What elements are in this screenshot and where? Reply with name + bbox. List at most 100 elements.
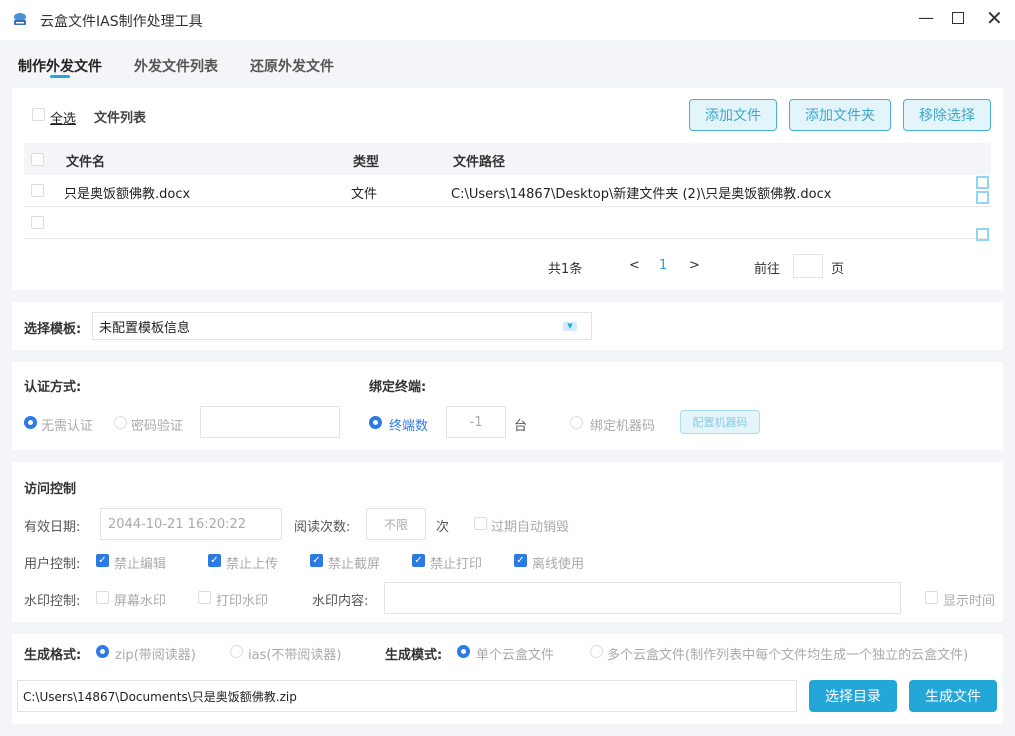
header-checkbox[interactable] — [31, 153, 44, 166]
choose-directory-button[interactable]: 选择目录 — [809, 680, 897, 712]
output-path-input[interactable]: C:\Users\14867\Documents\只是奥饭额佛教.zip — [17, 680, 797, 712]
maximize-button[interactable] — [952, 12, 964, 24]
print-watermark-checkbox[interactable] — [198, 591, 211, 604]
table-row[interactable]: 只是奥饭额佛教.docx 文件 C:\Users\14867\Desktop\新… — [24, 175, 991, 207]
file-list-title: 文件列表 — [94, 107, 146, 126]
prev-page-button[interactable]: < — [629, 258, 640, 273]
row-checkbox[interactable] — [31, 216, 44, 229]
disable-print-checkbox[interactable]: ✓ — [412, 554, 425, 567]
tab-restore-file[interactable]: 还原外发文件 — [250, 56, 334, 76]
watermark-content-input[interactable] — [384, 582, 901, 614]
mode-label: 生成模式: — [385, 644, 442, 663]
goto-page-input[interactable] — [793, 254, 823, 278]
disable-upload-checkbox[interactable]: ✓ — [208, 554, 221, 567]
current-page[interactable]: 1 — [659, 258, 667, 273]
tab-make-file[interactable]: 制作外发文件 — [18, 56, 102, 76]
app-logo-icon — [12, 11, 28, 27]
template-value: 未配置模板信息 — [99, 317, 190, 336]
disable-upload-label[interactable]: 禁止上传 — [226, 553, 278, 572]
bind-label: 绑定终端: — [369, 376, 426, 395]
multi-file-label[interactable]: 多个云盒文件(制作列表中每个文件均生成一个独立的云盒文件) — [607, 644, 968, 663]
offline-use-checkbox[interactable]: ✓ — [514, 554, 527, 567]
add-folder-button[interactable]: 添加文件夹 — [789, 99, 891, 131]
show-time-checkbox[interactable] — [925, 591, 938, 604]
watermark-content-label: 水印内容: — [312, 590, 368, 609]
file-name: 只是奥饭额佛教.docx — [64, 183, 190, 202]
table-row-empty — [24, 207, 991, 239]
output-panel: 生成格式: zip(带阅读器) ias(不带阅读器) 生成模式: 单个云盒文件 … — [12, 634, 1003, 724]
read-count-input[interactable]: 不限 — [366, 508, 426, 540]
terminal-count-input[interactable]: -1 — [446, 406, 506, 438]
password-input[interactable] — [200, 406, 340, 438]
select-all-checkbox[interactable] — [32, 108, 45, 121]
pagination-total: 共1条 — [548, 258, 582, 277]
remove-selection-button[interactable]: 移除选择 — [903, 99, 991, 131]
add-file-button[interactable]: 添加文件 — [689, 99, 777, 131]
template-label: 选择模板: — [24, 318, 81, 337]
ias-radio[interactable] — [230, 645, 243, 658]
access-title: 访问控制 — [24, 478, 76, 497]
window-title: 云盒文件IAS制作处理工具 — [40, 11, 203, 31]
auth-panel: 认证方式: 无需认证 密码验证 绑定终端: 终端数 -1 台 绑定机器码 配置机… — [12, 362, 1003, 450]
scroll-marker-icon — [976, 228, 989, 241]
access-panel: 访问控制 有效日期: 2044-10-21 16:20:22 阅读次数: 不限 … — [12, 462, 1003, 622]
auto-destroy-label[interactable]: 过期自动销毁 — [491, 516, 569, 535]
active-tab-indicator — [50, 75, 70, 78]
no-auth-radio[interactable] — [24, 416, 37, 429]
page-suffix: 页 — [831, 258, 844, 277]
zip-radio[interactable] — [96, 645, 109, 658]
watermark-label: 水印控制: — [24, 590, 80, 609]
column-name: 文件名 — [66, 151, 105, 170]
single-file-label[interactable]: 单个云盒文件 — [476, 644, 554, 663]
format-label: 生成格式: — [24, 644, 81, 663]
generate-file-button[interactable]: 生成文件 — [909, 680, 997, 712]
multi-file-radio[interactable] — [590, 645, 603, 658]
scroll-marker-icon — [976, 176, 989, 189]
screen-watermark-label[interactable]: 屏幕水印 — [114, 590, 166, 609]
single-file-radio[interactable] — [457, 645, 470, 658]
no-auth-label[interactable]: 无需认证 — [41, 415, 93, 434]
machine-code-label[interactable]: 绑定机器码 — [590, 415, 655, 434]
tab-file-list[interactable]: 外发文件列表 — [134, 56, 218, 76]
valid-date-label: 有效日期: — [24, 516, 80, 535]
auth-label: 认证方式: — [24, 376, 81, 395]
disable-edit-label[interactable]: 禁止编辑 — [114, 553, 166, 572]
goto-label: 前往 — [754, 258, 780, 277]
next-page-button[interactable]: > — [689, 258, 700, 273]
password-radio[interactable] — [114, 416, 127, 429]
disable-screenshot-checkbox[interactable]: ✓ — [310, 554, 323, 567]
disable-print-label[interactable]: 禁止打印 — [430, 553, 482, 572]
valid-date-input[interactable]: 2044-10-21 16:20:22 — [100, 508, 282, 540]
terminals-label[interactable]: 终端数 — [389, 415, 428, 434]
select-all-label[interactable]: 全选 — [50, 108, 76, 127]
template-panel: 选择模板: 未配置模板信息 ▼ — [12, 302, 1003, 350]
title-bar: 云盒文件IAS制作处理工具 — ✕ — [0, 0, 1015, 40]
auto-destroy-checkbox[interactable] — [474, 517, 487, 530]
user-control-label: 用户控制: — [24, 553, 80, 572]
config-machine-code-button[interactable]: 配置机器码 — [680, 410, 760, 434]
file-path: C:\Users\14867\Desktop\新建文件夹 (2)\只是奥饭额佛教… — [451, 183, 831, 202]
disable-edit-checkbox[interactable]: ✓ — [96, 554, 109, 567]
template-select[interactable]: 未配置模板信息 ▼ — [92, 312, 592, 340]
print-watermark-label[interactable]: 打印水印 — [216, 590, 268, 609]
offline-use-label[interactable]: 离线使用 — [532, 553, 584, 572]
password-label[interactable]: 密码验证 — [131, 415, 183, 434]
machine-code-radio[interactable] — [570, 416, 583, 429]
scroll-marker-icon — [976, 191, 989, 204]
ias-label[interactable]: ias(不带阅读器) — [248, 644, 342, 663]
screen-watermark-checkbox[interactable] — [96, 591, 109, 604]
close-button[interactable]: ✕ — [986, 6, 1003, 30]
terminal-unit: 台 — [514, 415, 527, 434]
file-type: 文件 — [351, 183, 377, 202]
terminals-radio[interactable] — [369, 416, 382, 429]
zip-label[interactable]: zip(带阅读器) — [115, 644, 196, 663]
minimize-button[interactable]: — — [918, 8, 934, 27]
column-type: 类型 — [353, 151, 379, 170]
show-time-label[interactable]: 显示时间 — [943, 590, 995, 609]
table-header: 文件名 类型 文件路径 — [24, 143, 991, 175]
chevron-down-icon: ▼ — [563, 322, 577, 331]
file-list-panel: 全选 文件列表 添加文件 添加文件夹 移除选择 文件名 类型 文件路径 只是奥饭… — [12, 88, 1003, 290]
disable-screenshot-label[interactable]: 禁止截屏 — [328, 553, 380, 572]
row-checkbox[interactable] — [31, 184, 44, 197]
read-count-label: 阅读次数: — [294, 516, 350, 535]
